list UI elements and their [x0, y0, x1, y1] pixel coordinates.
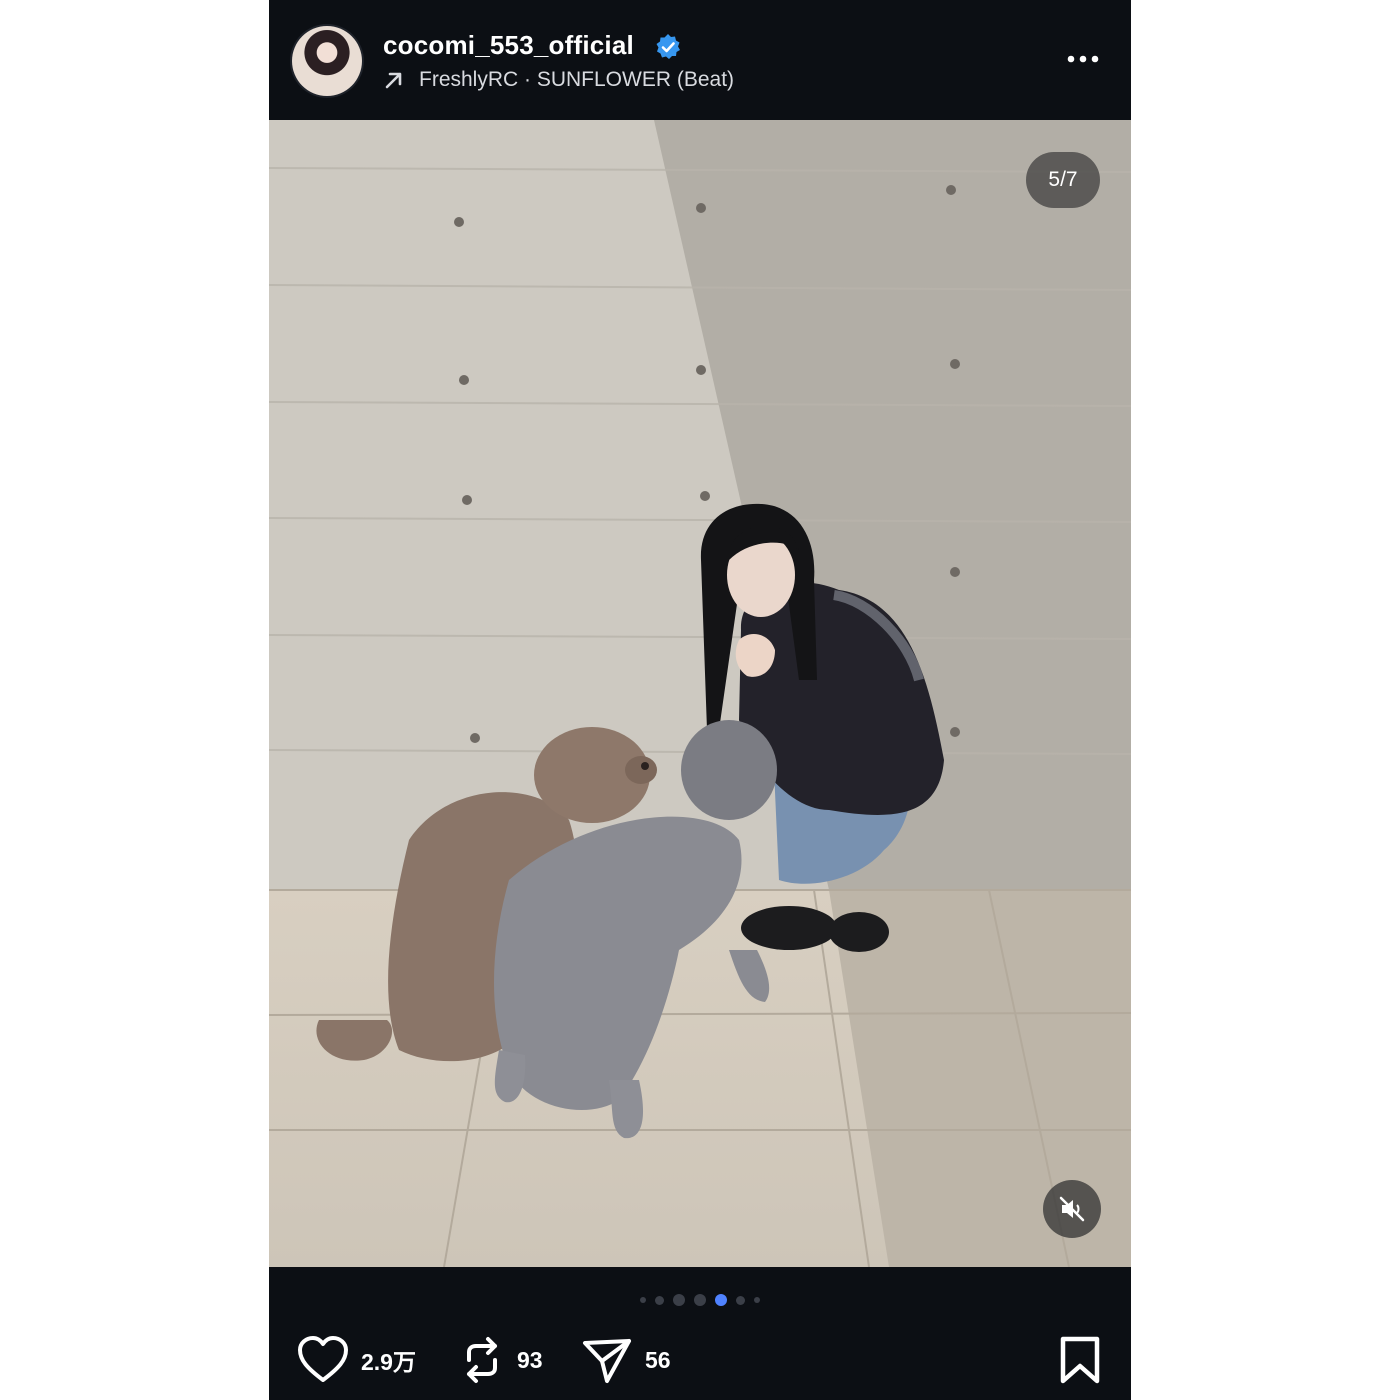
action-bar: 2.9万 93 56: [269, 1330, 1131, 1390]
slide-counter: 5/7: [1026, 152, 1100, 208]
carousel-dot: [736, 1295, 745, 1305]
post-photo[interactable]: 5/7: [269, 120, 1131, 1267]
share-button[interactable]: 56: [581, 1330, 671, 1390]
more-icon[interactable]: [1063, 46, 1103, 72]
arrow-up-right-icon: [385, 72, 402, 89]
carousel-dot: [694, 1294, 706, 1306]
carousel-dot: [754, 1297, 760, 1303]
mute-icon: [1059, 1196, 1085, 1222]
like-count: 2.9万: [361, 1349, 416, 1375]
username[interactable]: cocomi_553_official: [383, 30, 634, 61]
send-icon: [583, 1339, 631, 1383]
carousel-dot: [673, 1294, 685, 1306]
verified-icon: [656, 34, 680, 59]
carousel-dot-active: [715, 1294, 727, 1306]
repost-icon: [467, 1337, 497, 1383]
carousel-indicator: [269, 1292, 1131, 1308]
like-button[interactable]: 2.9万: [297, 1330, 416, 1390]
audio-label: FreshlyRC · SUNFLOWER (Beat): [419, 68, 735, 91]
photo-scene: [269, 120, 1131, 1267]
mute-button[interactable]: [1043, 1180, 1101, 1238]
heart-icon: [298, 1336, 348, 1382]
avatar[interactable]: [292, 26, 362, 96]
repost-button[interactable]: 93: [459, 1330, 543, 1390]
repost-count: 93: [517, 1346, 543, 1373]
carousel-dot: [640, 1297, 646, 1303]
bookmark-icon[interactable]: [1059, 1336, 1101, 1384]
post-card: cocomi_553_official FreshlyRC · SUNFLOWE…: [269, 0, 1131, 1400]
carousel-dot: [655, 1295, 664, 1305]
audio-track[interactable]: FreshlyRC · SUNFLOWER (Beat): [383, 66, 734, 94]
post-header: cocomi_553_official FreshlyRC · SUNFLOWE…: [269, 0, 1131, 120]
share-count: 56: [645, 1346, 671, 1373]
